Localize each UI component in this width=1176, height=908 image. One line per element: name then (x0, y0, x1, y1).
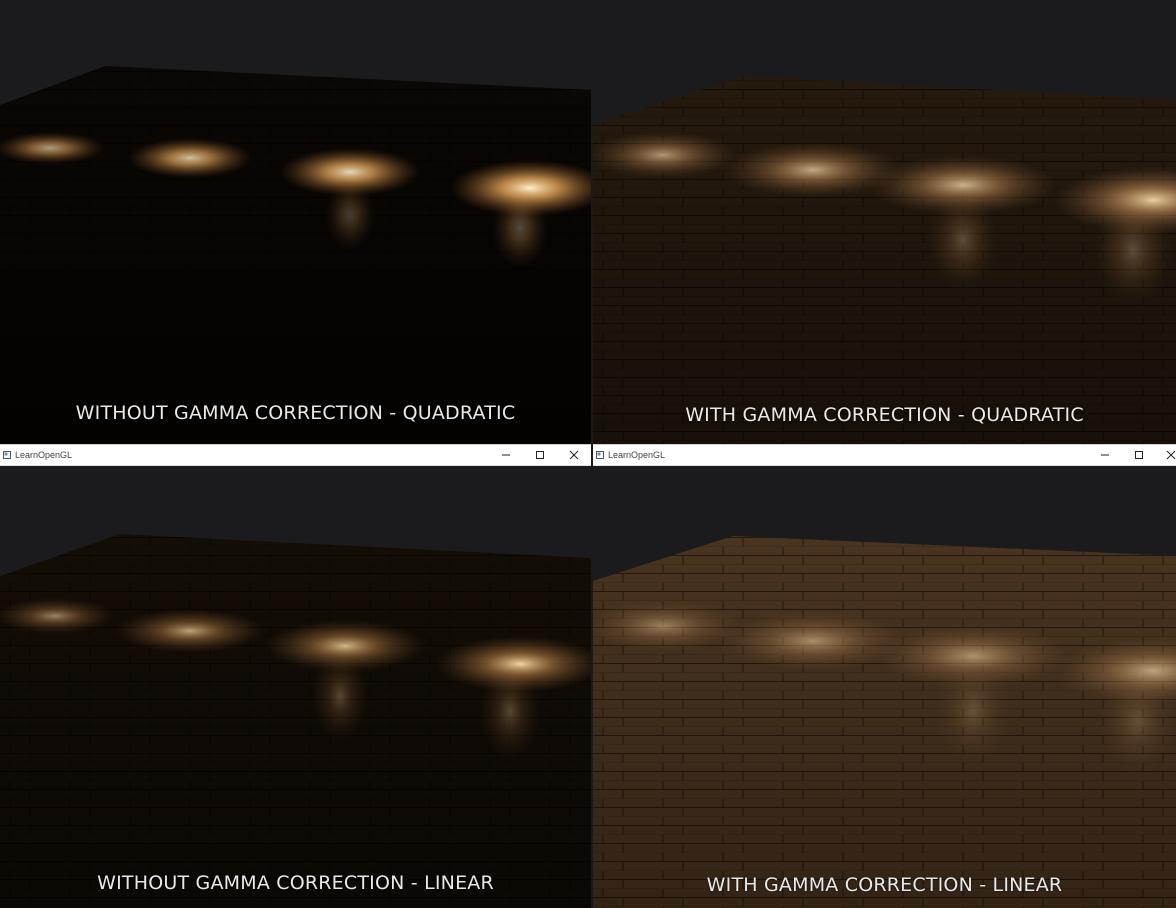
render-view-with-gamma-quadratic: WITH GAMMA CORRECTION - QUADRATIC (593, 0, 1176, 444)
floor-scene (0, 66, 591, 444)
close-button[interactable] (557, 445, 591, 465)
window-title: LearnOpenGL (608, 450, 666, 460)
floor-scene (593, 76, 1176, 444)
maximize-button[interactable] (523, 445, 557, 465)
app-window-icon (2, 451, 11, 460)
minimize-icon (1101, 454, 1109, 456)
panel-caption: WITHOUT GAMMA CORRECTION - QUADRATIC (75, 402, 516, 424)
window-titlebar-left[interactable]: LearnOpenGL (0, 444, 591, 466)
render-view-without-gamma-linear: WITHOUT GAMMA CORRECTION - LINEAR (0, 466, 591, 908)
panel-caption: WITHOUT GAMMA CORRECTION - LINEAR (97, 872, 494, 894)
panel-caption: WITH GAMMA CORRECTION - QUADRATIC (685, 404, 1084, 426)
minimize-button[interactable] (489, 445, 523, 465)
app-window-icon (595, 451, 604, 460)
floor-scene (593, 536, 1176, 908)
minimize-button[interactable] (1088, 445, 1122, 465)
panel-caption: WITH GAMMA CORRECTION - LINEAR (706, 874, 1063, 896)
close-button[interactable] (1156, 445, 1176, 465)
maximize-button[interactable] (1122, 445, 1156, 465)
close-icon (569, 450, 579, 460)
minimize-icon (502, 454, 510, 456)
close-icon (1166, 450, 1176, 460)
window-title: LearnOpenGL (15, 450, 73, 460)
window-titlebar-right[interactable]: LearnOpenGL (593, 444, 1176, 466)
floor-scene (0, 534, 591, 908)
maximize-icon (536, 451, 544, 459)
render-view-without-gamma-quadratic: WITHOUT GAMMA CORRECTION - QUADRATIC (0, 0, 591, 444)
maximize-icon (1135, 451, 1143, 459)
render-comparison-grid: WITHOUT GAMMA CORRECTION - QUADRATIC WIT… (0, 0, 1176, 908)
render-view-with-gamma-linear: WITH GAMMA CORRECTION - LINEAR (593, 466, 1176, 908)
